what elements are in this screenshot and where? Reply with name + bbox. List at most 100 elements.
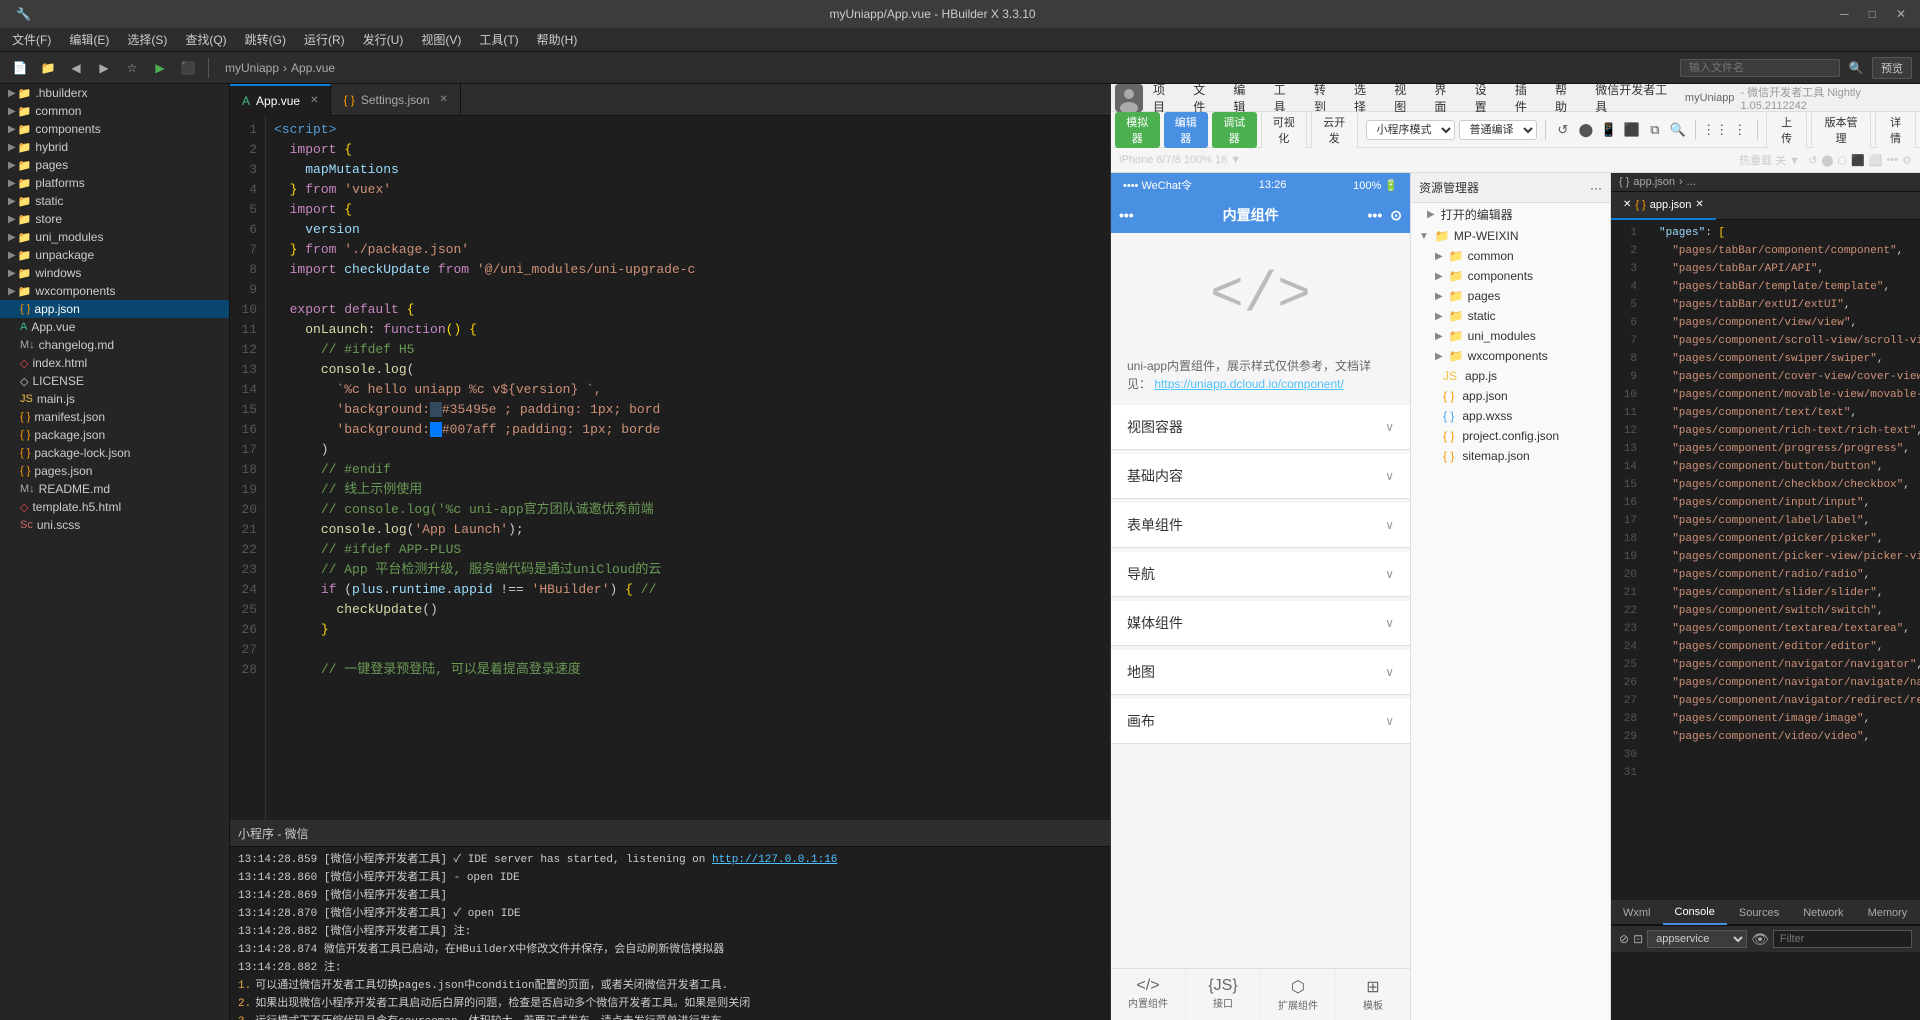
wx-upload-btn[interactable]: 上传 (1766, 111, 1807, 149)
tree-item-app-json[interactable]: { } app.json (0, 300, 229, 318)
tree-item-main-js[interactable]: JS main.js (0, 390, 229, 408)
resource-static[interactable]: ▶ 📁 static (1411, 306, 1610, 326)
resource-open-editors[interactable]: ▶ 打开的编辑器 (1411, 203, 1610, 226)
tree-item-hybrid[interactable]: ▶ 📁 hybrid (0, 138, 229, 156)
component-item-3[interactable]: 表单组件 ∨ (1111, 503, 1410, 548)
phone-tab-builtin[interactable]: </> 内置组件 (1111, 969, 1186, 1020)
tab-close2[interactable]: ✕ (1695, 199, 1703, 210)
wx-simulator-btn[interactable]: 模拟器 (1115, 112, 1160, 148)
wx-refresh-btn[interactable]: ↺ (1553, 119, 1572, 141)
wx-menu-project[interactable]: 项目 (1145, 79, 1183, 117)
tree-item-uni-scss[interactable]: Sc uni.scss (0, 516, 229, 534)
open-folder-btn[interactable]: 📁 (36, 56, 60, 80)
resource-components[interactable]: ▶ 📁 components (1411, 266, 1610, 286)
wx-record-btn[interactable]: ⬤ (1576, 119, 1595, 141)
resource-common[interactable]: ▶ 📁 common (1411, 246, 1610, 266)
home-device-btn[interactable]: ⬡ (1838, 154, 1848, 167)
debug-tab-memory[interactable]: Memory (1856, 901, 1920, 925)
debug-filter-btn[interactable]: ⊡ (1633, 932, 1643, 946)
window-controls[interactable]: ─ □ ✕ (1834, 7, 1912, 21)
menu-file[interactable]: 文件(F) (4, 29, 59, 50)
tree-item-common[interactable]: ▶ 📁 common (0, 102, 229, 120)
json-lines[interactable]: "pages": [ "pages/tabBar/component/compo… (1643, 220, 1920, 900)
wx-compile-selector[interactable]: 普通编译 (1459, 120, 1537, 140)
phone-action1[interactable]: ••• (1368, 207, 1383, 224)
wx-debugger-btn[interactable]: 调试器 (1212, 112, 1257, 148)
back-device-btn[interactable]: ⬤ (1821, 154, 1833, 167)
breadcrumb-root[interactable]: myUniapp (225, 61, 279, 75)
debug-tab-network[interactable]: Network (1791, 901, 1855, 925)
wx-copy-btn[interactable]: ⧉ (1645, 119, 1664, 141)
component-item-4[interactable]: 导航 ∨ (1111, 552, 1410, 597)
tree-item-package-lock[interactable]: { } package-lock.json (0, 444, 229, 462)
new-file-btn[interactable]: 📄 (8, 56, 32, 80)
tree-item-package[interactable]: { } package.json (0, 426, 229, 444)
wx-visual-btn[interactable]: 可视化 (1261, 111, 1308, 149)
hotreload-btn[interactable]: 热重载 关 ▼ (1739, 152, 1800, 168)
menu-run[interactable]: 运行(R) (296, 29, 353, 50)
more-device-btn[interactable]: ••• (1887, 154, 1899, 167)
resource-sitemap[interactable]: { } sitemap.json (1411, 446, 1610, 466)
rotate-btn[interactable]: ⬛ (1851, 154, 1865, 167)
component-item-2[interactable]: 基础内容 ∨ (1111, 454, 1410, 499)
code-panel-tab-appjson[interactable]: ✕ { } app.json ✕ (1611, 192, 1716, 220)
resource-app-js[interactable]: JS app.js (1411, 366, 1610, 386)
tree-item-license[interactable]: ◇ LICENSE (0, 372, 229, 390)
bookmark-btn[interactable]: ☆ (120, 56, 144, 80)
wx-menu-interface[interactable]: 界面 (1426, 79, 1464, 117)
wx-more-btn[interactable]: ⋮ (1730, 119, 1749, 141)
menu-help[interactable]: 帮助(H) (529, 29, 586, 50)
wx-detail-btn[interactable]: 详情 (1875, 111, 1916, 149)
component-item-5[interactable]: 媒体组件 ∨ (1111, 601, 1410, 646)
tree-item-pages-json[interactable]: { } pages.json (0, 462, 229, 480)
stop-btn[interactable]: ⬛ (176, 56, 200, 80)
tree-item-store[interactable]: ▶ 📁 store (0, 210, 229, 228)
settings-device-btn[interactable]: ⚙ (1902, 154, 1912, 167)
code-editor[interactable]: 123456 789101112 131415161718 1920212223… (230, 116, 1110, 820)
screenshot-btn[interactable]: ⬜ (1869, 154, 1883, 167)
wx-menu-plugins[interactable]: 插件 (1507, 79, 1545, 117)
debug-tab-console[interactable]: Console (1663, 901, 1727, 925)
tree-item-unpackage[interactable]: ▶ 📁 unpackage (0, 246, 229, 264)
forward-btn[interactable]: ▶ (92, 56, 116, 80)
resource-mp-weixin[interactable]: ▼ 📁 MP-WEIXIN (1411, 226, 1610, 246)
component-item-7[interactable]: 画布 ∨ (1111, 699, 1410, 744)
close-tab-btn[interactable]: ✕ (310, 95, 318, 106)
wx-phone-btn[interactable]: 📱 (1599, 119, 1618, 141)
tab-settings[interactable]: { } Settings.json ✕ (331, 84, 460, 116)
tab-app-vue[interactable]: A App.vue ✕ (230, 84, 331, 116)
phone-tab-api[interactable]: {JS} 接口 (1186, 969, 1261, 1020)
wx-inspect-btn[interactable]: ⋮⋮ (1704, 119, 1726, 141)
tree-item-wxcomponents[interactable]: ▶ 📁 wxcomponents (0, 282, 229, 300)
tree-item-components[interactable]: ▶ 📁 components (0, 120, 229, 138)
json-code-content[interactable]: 1 2 3 4 5 6 7 8 9 10 11 12 13 (1611, 220, 1920, 900)
breadcrumb-file[interactable]: App.vue (291, 61, 335, 75)
component-item-1[interactable]: 视图容器 ∨ (1111, 405, 1410, 450)
debug-eye-btn[interactable]: 👁 (1751, 931, 1769, 948)
phone-action2[interactable]: ⊙ (1390, 207, 1402, 224)
log-link[interactable]: http://127.0.0.1:16 (712, 854, 837, 866)
component-item-6[interactable]: 地图 ∨ (1111, 650, 1410, 695)
debug-tab-sources[interactable]: Sources (1727, 901, 1791, 925)
close-tab2-btn[interactable]: ✕ (440, 94, 448, 105)
tree-item-static[interactable]: ▶ 📁 static (0, 192, 229, 210)
resource-manager-menu[interactable]: ··· (1590, 181, 1602, 195)
debug-tab-wxml[interactable]: Wxml (1611, 901, 1663, 925)
tree-item-changelog[interactable]: M↓ changelog.md (0, 336, 229, 354)
resource-wxcomponents[interactable]: ▶ 📁 wxcomponents (1411, 346, 1610, 366)
wx-search-btn[interactable]: 🔍 (1668, 119, 1687, 141)
menu-select[interactable]: 选择(S) (119, 29, 175, 50)
tree-item-uni_modules[interactable]: ▶ 📁 uni_modules (0, 228, 229, 246)
menu-publish[interactable]: 发行(U) (355, 29, 412, 50)
menu-tools[interactable]: 工具(T) (471, 29, 526, 50)
file-search-input[interactable] (1680, 59, 1840, 77)
refresh-device-btn[interactable]: ↺ (1808, 154, 1817, 167)
resource-pages[interactable]: ▶ 📁 pages (1411, 286, 1610, 306)
resource-project-config[interactable]: { } project.config.json (1411, 426, 1610, 446)
run-btn[interactable]: ▶ (148, 56, 172, 80)
phone-tab-template[interactable]: ⊞ 模板 (1336, 969, 1410, 1020)
tree-item-readme[interactable]: M↓ README.md (0, 480, 229, 498)
resource-app-json[interactable]: { } app.json (1411, 386, 1610, 406)
preview-btn[interactable]: 预览 (1872, 57, 1912, 79)
code-content[interactable]: <script> import { mapMutations } from 'v… (266, 116, 1110, 820)
